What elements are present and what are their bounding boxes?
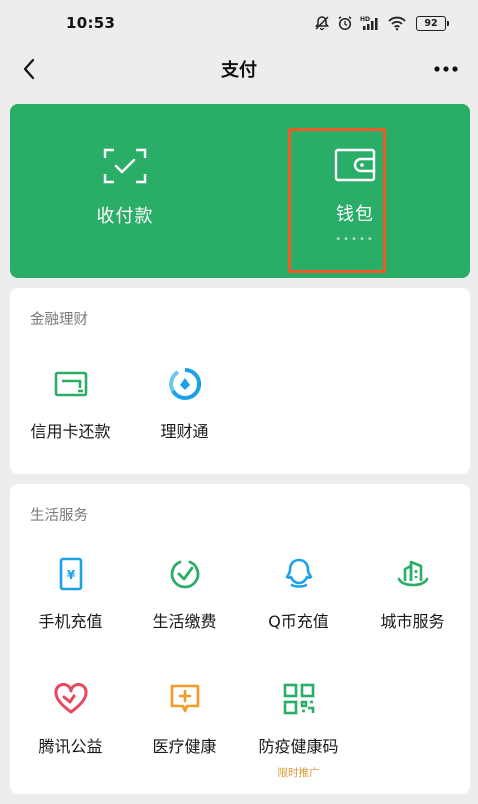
status-time: 10:53 — [66, 14, 116, 32]
wallet-balance-hidden: ••••• — [335, 234, 375, 245]
phone-topup-button[interactable]: ¥ 手机充值 — [13, 556, 128, 632]
qq-coin-label: Q币充值 — [268, 612, 329, 631]
wifi-icon — [388, 16, 406, 31]
utility-bill-button[interactable]: 生活缴费 — [127, 556, 242, 632]
battery-indicator: 92 — [416, 15, 449, 31]
city-service-button[interactable]: 城市服务 — [355, 556, 470, 632]
page-title: 支付 — [221, 60, 257, 81]
wealth-icon — [168, 367, 201, 400]
qq-coin-button[interactable]: Q币充值 — [241, 556, 356, 632]
signal-icon: HD — [360, 16, 378, 30]
utility-bill-label: 生活缴费 — [152, 612, 217, 631]
pay-card: 收付款 钱包 ••••• — [10, 104, 470, 278]
nav-bar: 支付 — [0, 46, 478, 92]
credit-card-repay-button[interactable]: 信用卡还款 — [13, 366, 128, 442]
phone-topup-icon: ¥ — [59, 557, 82, 591]
status-icons: HD 92 — [314, 15, 449, 31]
back-button[interactable] — [14, 54, 44, 84]
section-title-life: 生活服务 — [30, 508, 88, 524]
utility-bill-icon — [170, 560, 199, 589]
alarm-icon — [338, 16, 352, 31]
health-code-label: 防疫健康码 — [258, 737, 339, 756]
health-code-button[interactable]: 防疫健康码 限时推广 — [241, 681, 356, 780]
finance-section: 金融理财 信用卡还款 理财通 — [10, 288, 470, 474]
wealth-label: 理财通 — [160, 422, 209, 441]
more-dots-icon — [434, 66, 458, 72]
wallet-label: 钱包 — [336, 204, 374, 225]
mute-icon — [315, 16, 329, 31]
health-code-icon — [283, 683, 314, 715]
city-service-label: 城市服务 — [380, 612, 445, 631]
charity-button[interactable]: 腾讯公益 — [13, 681, 128, 757]
section-title-finance: 金融理财 — [30, 312, 88, 328]
medical-button[interactable]: 医疗健康 — [127, 681, 242, 757]
city-service-icon — [397, 560, 428, 587]
scan-check-icon — [103, 148, 147, 184]
wallet-icon — [334, 148, 376, 182]
credit-card-repay-icon — [54, 371, 87, 397]
charity-icon — [53, 683, 88, 714]
wealth-button[interactable]: 理财通 — [127, 366, 242, 442]
medical-icon — [170, 684, 199, 713]
wallet-button[interactable]: 钱包 ••••• — [240, 104, 470, 278]
medical-label: 医疗健康 — [152, 737, 217, 756]
receive-pay-label: 收付款 — [96, 206, 154, 227]
svg-text:¥: ¥ — [66, 568, 75, 582]
charity-label: 腾讯公益 — [38, 737, 103, 756]
svg-text:HD: HD — [360, 16, 370, 23]
promo-badge: 限时推广 — [277, 767, 320, 779]
more-button[interactable] — [428, 54, 464, 84]
life-services-section: 生活服务 ¥ 手机充值 生活缴费 Q币充值 城市服务 腾讯公益 医疗健康 防疫健… — [10, 484, 470, 794]
status-bar: 10:53 HD 92 — [0, 0, 478, 46]
credit-card-repay-label: 信用卡还款 — [30, 422, 111, 441]
receive-pay-button[interactable]: 收付款 — [10, 104, 240, 278]
back-arrow-icon — [23, 58, 35, 80]
qq-coin-icon — [285, 558, 312, 588]
phone-topup-label: 手机充值 — [38, 612, 103, 631]
